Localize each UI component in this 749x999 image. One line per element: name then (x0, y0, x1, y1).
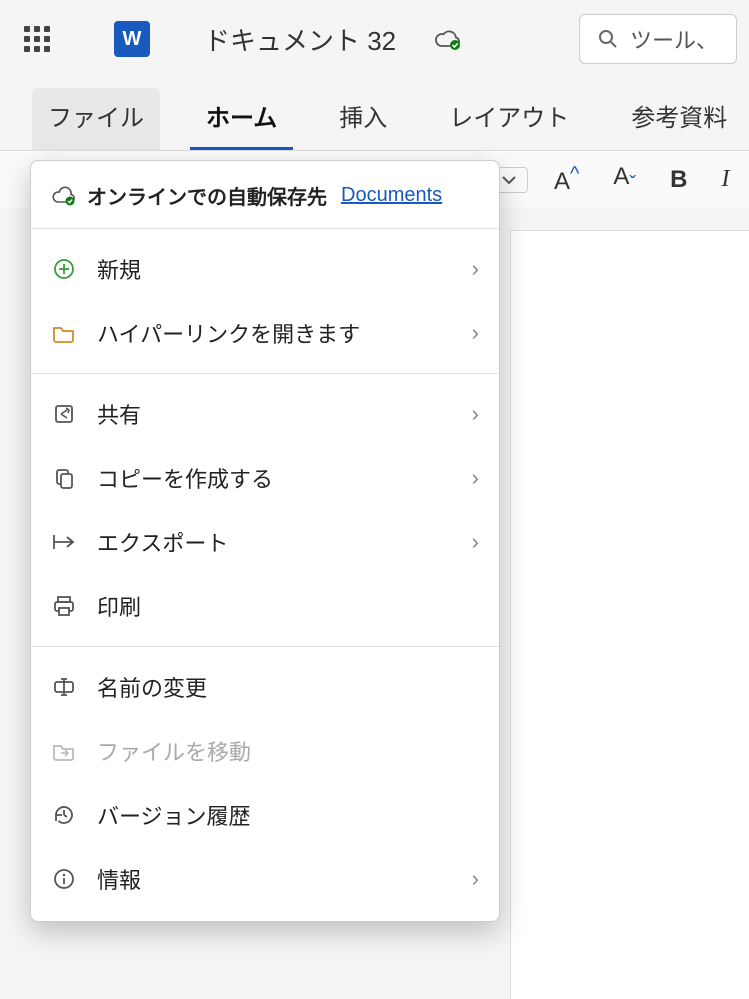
tab-references[interactable]: 参考資料 (615, 88, 743, 150)
word-logo-letter: W (123, 28, 142, 51)
chevron-right-icon: › (472, 866, 479, 892)
search-icon (598, 29, 618, 49)
rename-icon (51, 674, 77, 700)
menu-export-label: エクスポート (97, 526, 452, 558)
menu-export[interactable]: エクスポート › (31, 510, 499, 574)
folder-open-icon (51, 320, 77, 346)
menu-share[interactable]: 共有 › (31, 382, 499, 446)
chevron-right-icon: › (472, 401, 479, 427)
menu-version-history-label: バージョン履歴 (97, 799, 479, 831)
menu-new[interactable]: 新規 › (31, 237, 499, 301)
title-bar: W ドキュメント 32 ツール、 (0, 0, 749, 74)
tab-layout[interactable]: レイアウト (433, 88, 585, 150)
cloud-check-icon (51, 186, 77, 206)
menu-open-hyperlink[interactable]: ハイパーリンクを開きます › (31, 301, 499, 365)
search-placeholder: ツール、 (630, 23, 718, 55)
tab-file[interactable]: ファイル (32, 88, 160, 150)
italic-button[interactable]: I (713, 166, 737, 193)
chevron-right-icon: › (472, 256, 479, 282)
history-icon (51, 802, 77, 828)
search-box[interactable]: ツール、 (579, 14, 737, 64)
autosave-row: オンラインでの自動保存先 Documents (31, 167, 499, 224)
share-icon (51, 401, 77, 427)
menu-info[interactable]: 情報 › (31, 847, 499, 911)
export-icon (51, 529, 77, 555)
font-increase-button[interactable]: A^ (546, 163, 587, 196)
menu-move-file: ファイルを移動 (31, 719, 499, 783)
menu-open-hyperlink-label: ハイパーリンクを開きます (97, 317, 452, 349)
menu-make-copy[interactable]: コピーを作成する › (31, 446, 499, 510)
menu-print[interactable]: 印刷 (31, 574, 499, 638)
document-canvas[interactable] (510, 230, 749, 999)
document-title[interactable]: ドキュメント 32 (204, 21, 396, 58)
chevron-right-icon: › (472, 529, 479, 555)
menu-version-history[interactable]: バージョン履歴 (31, 783, 499, 847)
chevron-right-icon: › (472, 320, 479, 346)
font-decrease-button[interactable]: Aˇ (605, 163, 644, 196)
autosave-label: オンラインでの自動保存先 (87, 181, 327, 210)
menu-rename[interactable]: 名前の変更 (31, 655, 499, 719)
menu-share-label: 共有 (97, 398, 452, 430)
plus-circle-icon (51, 256, 77, 282)
cloud-sync-icon[interactable] (434, 28, 462, 50)
word-logo-icon: W (114, 21, 150, 57)
folder-move-icon (51, 738, 77, 764)
menu-rename-label: 名前の変更 (97, 671, 479, 703)
ribbon-tabs: ファイル ホーム 挿入 レイアウト 参考資料 校閲 (0, 74, 749, 151)
print-icon (51, 593, 77, 619)
file-menu: オンラインでの自動保存先 Documents 新規 › ハイパーリンクを開きます… (30, 160, 500, 922)
tab-insert[interactable]: 挿入 (323, 88, 403, 150)
chevron-right-icon: › (472, 465, 479, 491)
autosave-location-link[interactable]: Documents (341, 184, 442, 207)
menu-print-label: 印刷 (97, 590, 479, 622)
app-launcher-icon[interactable] (24, 26, 50, 52)
info-icon (51, 866, 77, 892)
tab-home[interactable]: ホーム (190, 88, 293, 150)
menu-info-label: 情報 (97, 863, 452, 895)
bold-button[interactable]: B (662, 166, 695, 194)
copy-icon (51, 465, 77, 491)
menu-new-label: 新規 (97, 253, 452, 285)
menu-make-copy-label: コピーを作成する (97, 462, 452, 494)
menu-move-file-label: ファイルを移動 (97, 735, 479, 767)
